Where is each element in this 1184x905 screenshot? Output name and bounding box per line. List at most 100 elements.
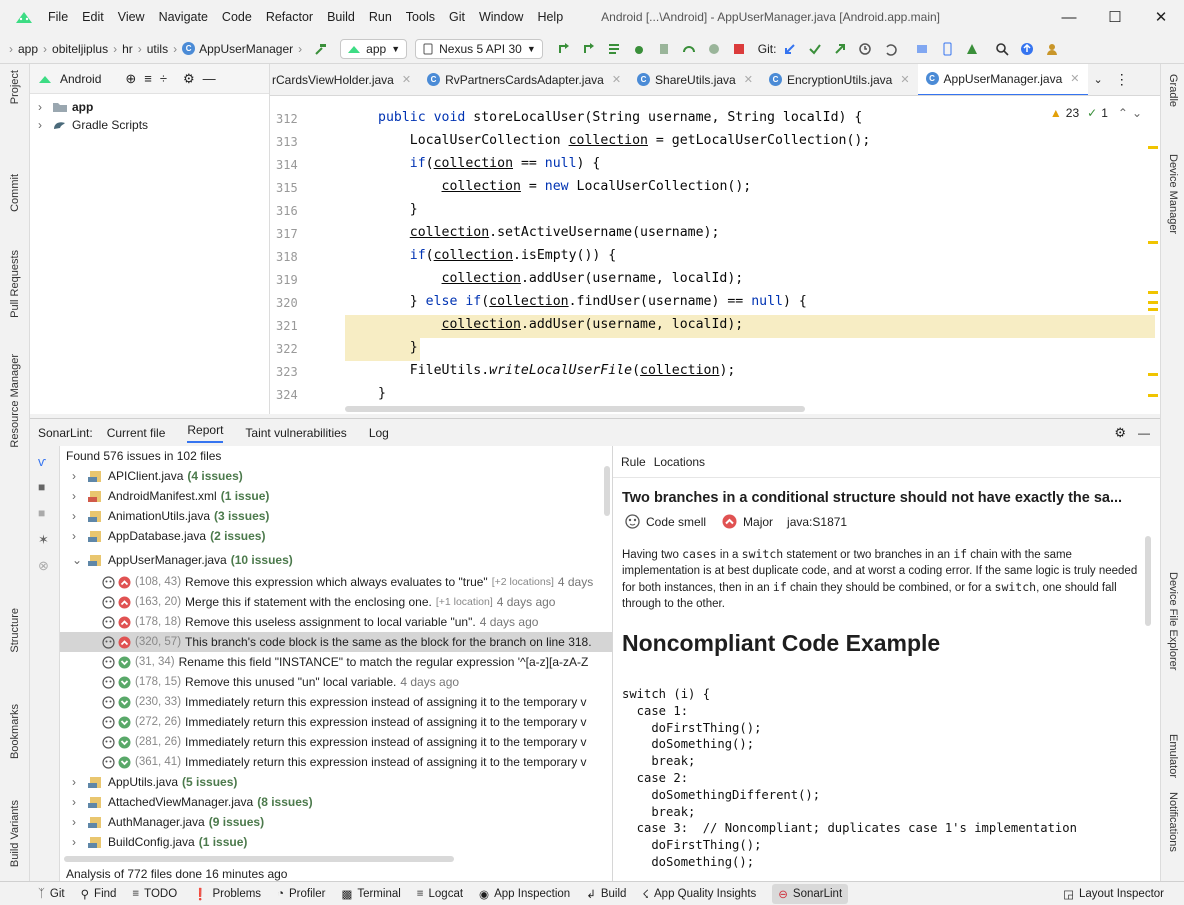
- tab-cards-view-holder[interactable]: rCardsViewHolder.java ✕: [270, 64, 419, 95]
- history-icon[interactable]: [854, 38, 876, 60]
- git-commit-icon[interactable]: [804, 38, 826, 60]
- tab-report[interactable]: Report: [187, 423, 224, 443]
- attach-debugger-icon[interactable]: [653, 38, 675, 60]
- tab-list-chevron-icon[interactable]: ⌄: [1094, 73, 1103, 86]
- menu-file[interactable]: File: [48, 10, 68, 24]
- breadcrumb-class[interactable]: AppUserManager: [199, 42, 293, 56]
- status-problems[interactable]: ❗ Problems: [193, 887, 261, 901]
- maximize-button[interactable]: ☐: [1092, 0, 1138, 34]
- file-node[interactable]: › AttachedViewManager.java (8 issues): [60, 792, 612, 812]
- close-window-button[interactable]: ✕: [1138, 0, 1184, 34]
- menu-build[interactable]: Build: [327, 10, 355, 24]
- rollback-icon[interactable]: [879, 38, 901, 60]
- file-node[interactable]: › BuildConfig.java (1 issue): [60, 832, 612, 852]
- project-view-select[interactable]: Android: [60, 72, 101, 86]
- issue-row[interactable]: (108, 43) Remove this expression which al…: [60, 572, 612, 592]
- status-build[interactable]: ↲ Build: [586, 887, 626, 901]
- issue-row[interactable]: (178, 18) Remove this useless assignment …: [60, 612, 612, 632]
- file-node[interactable]: › AnimationUtils.java (3 issues): [60, 506, 612, 526]
- breadcrumb-package[interactable]: obiteljiplus: [52, 42, 108, 56]
- menu-edit[interactable]: Edit: [82, 10, 104, 24]
- vertical-scrollbar[interactable]: [604, 466, 610, 516]
- menu-refactor[interactable]: Refactor: [266, 10, 313, 24]
- tab-app-user-manager[interactable]: C AppUserManager.java ✕: [917, 64, 1088, 95]
- file-node-expanded[interactable]: ⌄ AppUserManager.java (10 issues): [60, 550, 612, 570]
- tool-window-project[interactable]: Project: [0, 70, 30, 104]
- issue-row[interactable]: (272, 26) Immediately return this express…: [60, 712, 612, 732]
- menu-git[interactable]: Git: [449, 10, 465, 24]
- menu-code[interactable]: Code: [222, 10, 252, 24]
- sdk-manager-icon[interactable]: [961, 38, 983, 60]
- tool-window-gradle[interactable]: Gradle: [1161, 74, 1184, 107]
- tool-window-device-manager[interactable]: Device Manager: [1161, 154, 1184, 234]
- issue-row[interactable]: (281, 26) Immediately return this express…: [60, 732, 612, 752]
- hide-panel-icon[interactable]: —: [1138, 426, 1150, 440]
- clear-icon[interactable]: ⊗: [38, 558, 49, 574]
- issue-row[interactable]: (163, 20) Merge this if statement with th…: [60, 592, 612, 612]
- status-layout-inspector[interactable]: ◲ Layout Inspector: [1063, 887, 1164, 901]
- tab-share-utils[interactable]: C ShareUtils.java ✕: [629, 64, 761, 95]
- horizontal-scrollbar[interactable]: [64, 856, 454, 862]
- tab-taint-vulnerabilities[interactable]: Taint vulnerabilities: [245, 426, 346, 440]
- update-icon[interactable]: [1016, 38, 1038, 60]
- tool-window-build-variants[interactable]: Build Variants: [0, 800, 30, 867]
- search-icon[interactable]: [991, 38, 1013, 60]
- code-editor[interactable]: 312 313 314 315 316 317 318 319 320 321 …: [270, 96, 1160, 414]
- coverage-icon[interactable]: [703, 38, 725, 60]
- debug-icon[interactable]: [628, 38, 650, 60]
- file-node[interactable]: › AppDatabase.java (2 issues): [60, 526, 612, 546]
- issue-row[interactable]: (230, 33) Immediately return this express…: [60, 692, 612, 712]
- tool-window-resource-manager[interactable]: Resource Manager: [0, 354, 30, 448]
- hammer-icon[interactable]: [310, 38, 332, 60]
- analyze-icon[interactable]: ■: [38, 480, 45, 494]
- breadcrumb-app[interactable]: app: [18, 42, 38, 56]
- filter-icon[interactable]: ѵ: [38, 454, 46, 469]
- tab-encryption-utils[interactable]: C EncryptionUtils.java ✕: [761, 64, 918, 95]
- run-tests-icon[interactable]: [603, 38, 625, 60]
- issue-row[interactable]: (31, 34) Rename this field "INSTANCE" to …: [60, 652, 612, 672]
- tools-icon[interactable]: ✶: [38, 532, 49, 548]
- vertical-scrollbar[interactable]: [1145, 536, 1151, 626]
- status-git[interactable]: ᛉ Git: [38, 888, 65, 900]
- menu-window[interactable]: Window: [479, 10, 523, 24]
- apply-code-changes-icon[interactable]: [578, 38, 600, 60]
- status-logcat[interactable]: ≡ Logcat: [417, 888, 463, 900]
- user-icon[interactable]: [1041, 38, 1063, 60]
- run-config-select[interactable]: app ▼: [340, 38, 408, 59]
- file-node[interactable]: › AndroidManifest.xml (1 issue): [60, 486, 612, 506]
- tab-log[interactable]: Log: [369, 426, 389, 440]
- gear-icon[interactable]: ⚙: [183, 71, 195, 87]
- device-select[interactable]: Nexus 5 API 30 ▼: [415, 38, 543, 59]
- tab-rv-partners-cards-adapter[interactable]: C RvPartnersCardsAdapter.java ✕: [419, 64, 629, 95]
- issue-row[interactable]: (320, 57) This branch's code block is the…: [60, 632, 612, 652]
- status-terminal[interactable]: ▩ Terminal: [341, 887, 400, 901]
- device-mirroring-icon[interactable]: [911, 38, 933, 60]
- tool-window-bookmarks[interactable]: Bookmarks: [0, 704, 30, 759]
- issue-row[interactable]: (361, 41) Immediately return this express…: [60, 752, 612, 772]
- tool-window-commit[interactable]: Commit: [0, 174, 30, 212]
- menu-tools[interactable]: Tools: [406, 10, 435, 24]
- menu-run[interactable]: Run: [369, 10, 392, 24]
- status-sonarlint[interactable]: ⊖ SonarLint: [772, 883, 849, 904]
- apply-changes-icon[interactable]: [553, 38, 575, 60]
- status-app-inspection[interactable]: ◉ App Inspection: [479, 887, 570, 901]
- git-push-icon[interactable]: [829, 38, 851, 60]
- gear-icon[interactable]: ⚙: [1114, 425, 1126, 441]
- menu-help[interactable]: Help: [537, 10, 563, 24]
- minimize-button[interactable]: —: [1046, 0, 1092, 34]
- expand-all-icon[interactable]: ÷: [160, 71, 167, 86]
- issue-row[interactable]: (178, 15) Remove this unused "un" local v…: [60, 672, 612, 692]
- menu-navigate[interactable]: Navigate: [159, 10, 208, 24]
- tool-window-notifications[interactable]: Notifications: [1161, 792, 1184, 852]
- status-profiler[interactable]: ◔ Profiler: [277, 888, 325, 900]
- tool-window-structure[interactable]: Structure: [0, 608, 30, 653]
- tool-window-pull-requests[interactable]: Pull Requests: [0, 250, 30, 318]
- tab-locations[interactable]: Locations: [654, 455, 705, 469]
- profile-icon[interactable]: [678, 38, 700, 60]
- file-node[interactable]: › AuthManager.java (9 issues): [60, 812, 612, 832]
- status-todo[interactable]: ≡ TODO: [132, 888, 177, 900]
- tree-item-gradle-scripts[interactable]: › Gradle Scripts: [30, 116, 269, 134]
- status-find[interactable]: ⚲ Find: [81, 887, 117, 901]
- tab-rule[interactable]: Rule: [621, 455, 646, 469]
- breadcrumb-utils[interactable]: utils: [147, 42, 168, 56]
